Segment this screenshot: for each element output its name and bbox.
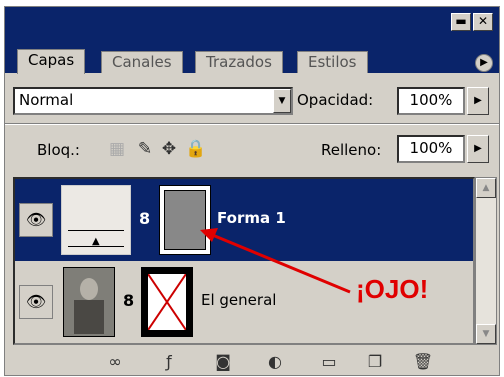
new-layer-icon[interactable]: ❐ [361,351,389,373]
vector-mask-thumbnail[interactable] [159,185,211,255]
panel-menu-icon[interactable]: ▶ [475,54,493,72]
layers-scrollbar[interactable]: ▲ ▼ [475,177,497,345]
lock-paint-icon[interactable]: ✎ [135,139,155,159]
opacity-field[interactable]: 100% [397,87,465,115]
tab-bar: Capas Canales Trazados Estilos ▶ [5,37,499,74]
panel-titlebar: ▬ ✕ [5,7,499,37]
fill-field[interactable]: 100% [397,135,465,163]
visibility-eye-icon[interactable]: 👁 [19,285,53,319]
layer-name: Forma 1 [217,209,286,227]
tab-capas[interactable]: Capas [17,49,86,74]
trash-icon[interactable]: 🗑 [409,351,437,373]
link-layers-icon[interactable]: ∞ [101,351,129,373]
layers-toolbar: ∞ ƒ ◙ ◐ ▭ ❐ 🗑 [5,347,499,377]
layer-row-forma-1[interactable]: 👁 ▲ 8 Forma 1 [15,179,473,261]
link-icon[interactable]: 8 [123,291,134,310]
adjustment-layer-icon[interactable]: ◐ [261,351,289,373]
layer-thumbnail: ▲ [61,185,131,255]
layer-style-icon[interactable]: ƒ [155,351,183,373]
tab-trazados[interactable]: Trazados [195,51,283,73]
lock-move-icon[interactable]: ✥ [159,139,179,159]
layers-list: 👁 ▲ 8 Forma 1 👁 8 El general [13,177,475,345]
blend-mode-value: Normal [19,91,74,109]
scroll-down-button[interactable]: ▼ [476,324,496,344]
fill-label: Relleno: [321,141,382,159]
layer-mask-thumbnail[interactable] [141,267,193,337]
tab-canales[interactable]: Canales [101,51,183,73]
scroll-up-button[interactable]: ▲ [476,178,496,198]
opacity-label: Opacidad: [297,91,374,109]
layer-name: El general [201,291,277,309]
lock-row: Bloq.: ▦ ✎ ✥ 🔒 Relleno: 100% ▶ [5,127,499,173]
tab-estilos[interactable]: Estilos [297,51,368,73]
lock-all-icon[interactable]: 🔒 [185,139,206,159]
photo-thumbnail [63,267,115,337]
layers-panel: ▬ ✕ Capas Canales Trazados Estilos ▶ Nor… [4,6,500,376]
opacity-slider-button[interactable]: ▶ [467,87,489,115]
minimize-button[interactable]: ▬ [451,13,471,31]
link-icon[interactable]: 8 [139,209,150,228]
blend-row: Normal ▼ Opacidad: 100% ▶ [5,73,499,123]
new-group-icon[interactable]: ▭ [315,351,343,373]
chevron-down-icon[interactable]: ▼ [273,89,291,113]
lock-transparency-icon[interactable]: ▦ [107,139,127,159]
add-mask-icon[interactable]: ◙ [209,351,237,373]
fill-slider-button[interactable]: ▶ [467,135,489,163]
divider [5,123,499,125]
visibility-eye-icon[interactable]: 👁 [19,203,53,237]
annotation-label: ¡OJO! [356,274,429,304]
close-button[interactable]: ✕ [473,13,493,31]
blend-mode-select[interactable]: Normal ▼ [13,87,293,115]
lock-label: Bloq.: [37,141,80,159]
